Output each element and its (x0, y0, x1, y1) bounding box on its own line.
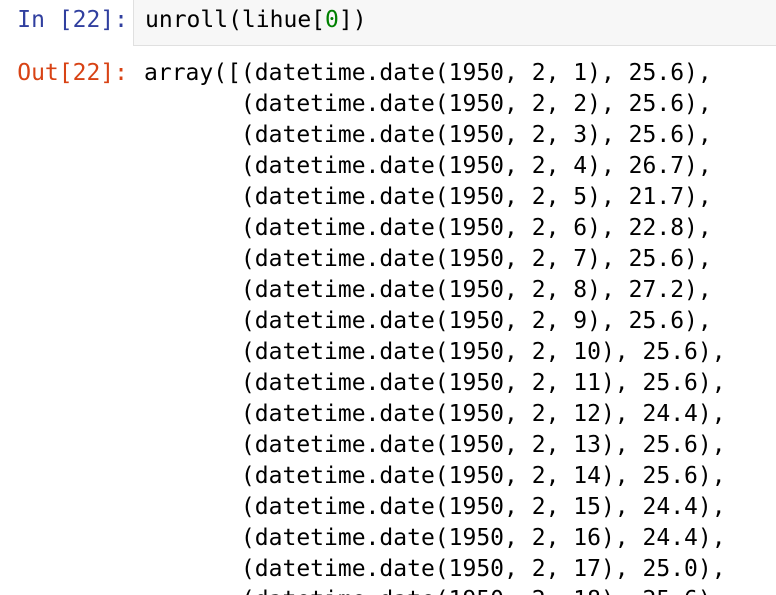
output-line: (datetime.date(1950, 2, 10), 25.6), (144, 339, 726, 365)
output-line: (datetime.date(1950, 2, 12), 24.4), (144, 401, 726, 427)
output-line: (datetime.date(1950, 2, 5), 21.7), (144, 184, 712, 210)
output-line: (datetime.date(1950, 2, 17), 25.0), (144, 556, 726, 582)
output-line: (datetime.date(1950, 2, 9), 25.6), (144, 308, 712, 334)
output-line: (datetime.date(1950, 2, 2), 25.6), (144, 91, 712, 117)
code-token: ]) (338, 7, 367, 33)
output-line: (datetime.date(1950, 2, 16), 24.4), (144, 525, 726, 551)
output-line: (datetime.date(1950, 2, 6), 22.8), (144, 215, 712, 241)
code-editor[interactable]: unroll(lihue[0]) (133, 0, 776, 46)
output-line: (datetime.date(1950, 2, 7), 25.6), (144, 246, 712, 272)
output-line: (datetime.date(1950, 2, 4), 26.7), (144, 153, 712, 179)
code-line[interactable]: unroll(lihue[0]) (145, 5, 367, 36)
output-line: (datetime.date(1950, 2, 15), 24.4), (144, 494, 726, 520)
code-token-number: 0 (325, 7, 339, 33)
output-text: array([(datetime.date(1950, 2, 1), 25.6)… (144, 58, 776, 595)
output-line: (datetime.date(1950, 2, 3), 25.6), (144, 122, 712, 148)
output-line: (datetime.date(1950, 2, 18), 25.6), (144, 585, 776, 595)
output-line: (datetime.date(1950, 2, 14), 25.6), (144, 463, 726, 489)
output-line: (datetime.date(1950, 2, 11), 25.6), (144, 370, 726, 396)
output-prompt: Out[22]: (17, 60, 128, 86)
input-prompt: In [22]: (17, 7, 128, 33)
output-line: (datetime.date(1950, 2, 13), 25.6), (144, 432, 726, 458)
output-line: array([(datetime.date(1950, 2, 1), 25.6)… (144, 60, 712, 86)
code-token: unroll(lihue[ (145, 7, 326, 33)
output-line: (datetime.date(1950, 2, 8), 27.2), (144, 277, 712, 303)
